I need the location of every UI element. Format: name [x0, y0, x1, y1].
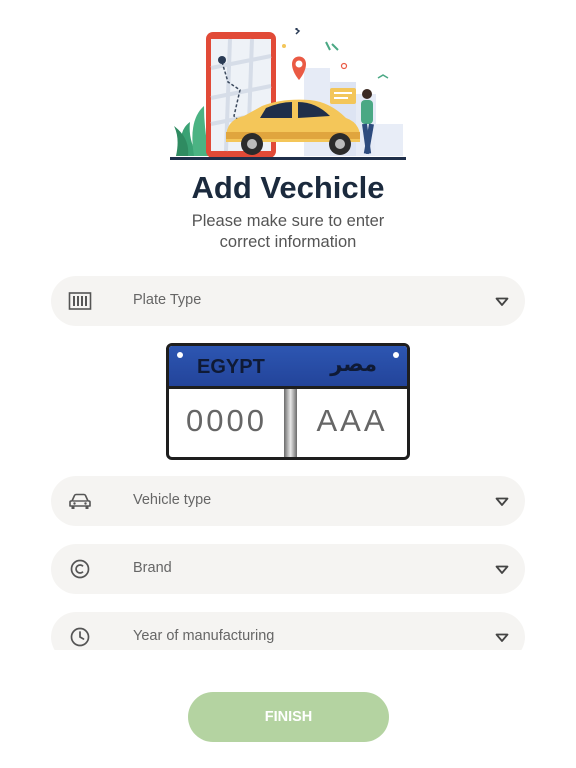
page-title: Add Vechicle — [191, 170, 385, 205]
plate-divider — [284, 389, 297, 457]
plate-country-band: EGYPT مصر — [169, 346, 407, 389]
brand-select[interactable]: Brand — [51, 544, 525, 594]
plate-country: EGYPT — [197, 356, 265, 378]
plate-letters: AAA — [316, 403, 388, 438]
plate-bolt — [393, 352, 399, 358]
vehicle-type-select[interactable]: Vehicle type — [51, 476, 525, 526]
chevron-down-icon — [495, 497, 509, 506]
taxi-illustration — [170, 28, 406, 160]
vehicle-type-label: Vehicle type — [133, 492, 212, 508]
plate-type-select[interactable]: Plate Type — [51, 276, 525, 326]
plate-numbers: 0000 — [186, 403, 267, 438]
finish-button[interactable]: FINISH — [188, 692, 389, 742]
plate-type-label: Plate Type — [133, 292, 202, 308]
year-field-viewport: Year of manufacturing — [51, 612, 525, 650]
year-label: Year of manufacturing — [133, 628, 275, 644]
barcode-icon — [68, 292, 92, 310]
car-icon — [69, 493, 91, 509]
chevron-down-icon — [495, 297, 509, 306]
plate-bolt — [177, 352, 183, 358]
subtitle-line-1: Please make sure to enter — [191, 212, 385, 230]
year-select[interactable]: Year of manufacturing — [51, 612, 525, 650]
plate-country-arabic: مصر — [330, 352, 377, 376]
copyright-icon — [70, 559, 90, 579]
clock-icon — [70, 627, 90, 647]
subtitle-line-2: correct information — [219, 233, 357, 251]
license-plate-preview: EGYPT مصر 0000 AAA — [166, 343, 410, 460]
page-subtitle: Please make sure to enter correct inform… — [0, 211, 576, 253]
chevron-down-icon — [495, 633, 509, 642]
brand-label: Brand — [133, 560, 172, 576]
chevron-down-icon — [495, 565, 509, 574]
